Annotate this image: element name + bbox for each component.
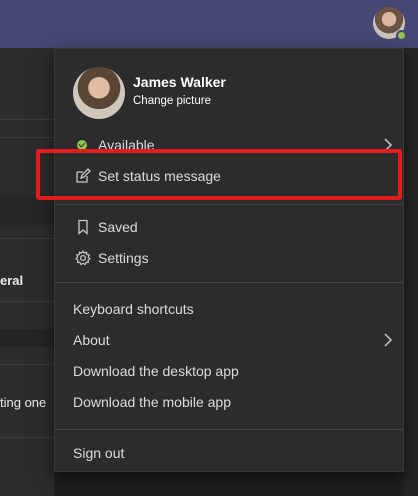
divider [55,429,403,430]
divider [55,282,403,283]
download-mobile-label: Download the mobile app [73,394,231,410]
background-row-label: eral [0,273,24,288]
menu-item-keyboard-shortcuts[interactable]: Keyboard shortcuts [55,294,403,324]
profile-header: James Walker Change picture [73,67,373,119]
menu-item-saved[interactable]: Saved [55,212,403,242]
sign-out-label: Sign out [73,445,125,461]
menu-item-about[interactable]: About [55,325,403,355]
divider [0,119,54,120]
about-label: About [73,332,110,348]
profile-menu: James Walker Change picture Available Se… [54,48,404,472]
profile-name: James Walker [133,74,226,90]
profile-avatar[interactable] [73,67,125,119]
background-row [0,329,54,347]
chevron-right-icon [384,333,393,347]
download-desktop-label: Download the desktop app [73,363,239,379]
divider [0,364,54,365]
divider [0,137,54,138]
keyboard-shortcuts-label: Keyboard shortcuts [73,301,194,317]
background-scroll-edge [404,48,418,496]
divider [0,301,54,302]
menu-item-sign-out[interactable]: Sign out [55,438,403,468]
menu-item-download-desktop[interactable]: Download the desktop app [55,356,403,386]
divider [0,238,54,239]
highlight-box [36,149,402,200]
change-picture-link[interactable]: Change picture [133,95,211,107]
menu-item-settings[interactable]: Settings [55,243,403,273]
user-avatar-button[interactable] [373,7,407,41]
saved-label: Saved [98,219,138,235]
divider [55,204,403,205]
background-list-panel [0,48,54,496]
bookmark-icon [78,219,88,235]
settings-label: Settings [98,250,149,266]
gear-icon [75,250,91,266]
background-row-label: ting one [0,395,47,410]
divider [0,437,54,438]
top-bar [0,0,418,48]
presence-available-icon [396,30,407,41]
menu-item-download-mobile[interactable]: Download the mobile app [55,387,403,417]
